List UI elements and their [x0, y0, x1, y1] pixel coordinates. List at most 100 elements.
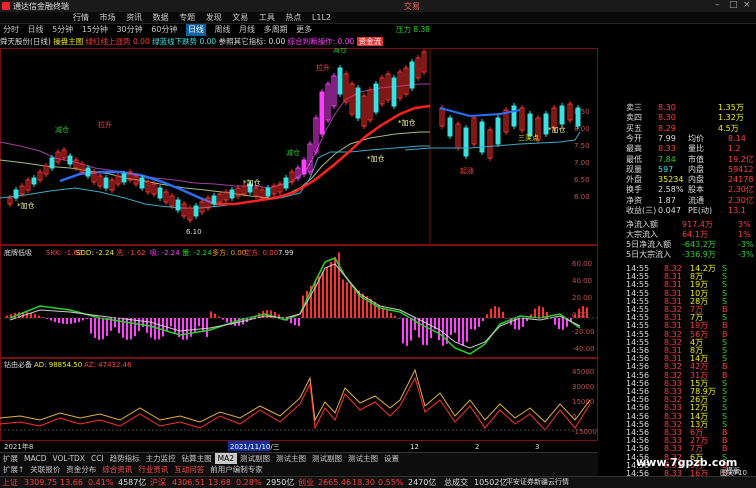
macd-bar: [318, 276, 320, 318]
quote-value: 59412: [728, 165, 753, 176]
menu-item[interactable]: 发现: [206, 12, 222, 24]
quote-row: 5日大宗流入-336.9万-3%: [598, 250, 756, 261]
macd-bar: [50, 318, 52, 321]
macd-bar: [326, 267, 328, 318]
quote-label: 收益(三): [626, 206, 656, 217]
macd-bar: [42, 317, 44, 318]
macd-bar: [206, 318, 208, 337]
panel3-b: AZ: 47432.46: [84, 361, 132, 369]
indicator-name[interactable]: 操盘主图: [53, 37, 83, 46]
macd-panel-border: [1, 246, 598, 358]
period-month[interactable]: 月线: [239, 24, 255, 36]
buy-label-3: *加仓: [398, 118, 416, 127]
function-tab[interactable]: 资金分布: [63, 464, 99, 476]
price-tick-label: 7.00: [574, 159, 590, 167]
cy-index-value: 2665.46: [318, 477, 351, 488]
macd-bar: [202, 318, 204, 332]
rise-label-2: 拉升: [98, 120, 112, 129]
period-intraday[interactable]: 分时: [3, 24, 19, 36]
maximize-icon[interactable]: □: [729, 0, 738, 10]
function-tab[interactable]: 互动问答: [171, 464, 207, 476]
period-60min[interactable]: 60分钟: [151, 24, 177, 36]
menu-item[interactable]: 行情: [73, 12, 89, 24]
quote-row: 买五8.294.5万: [598, 124, 756, 135]
date-mid: 2021/11/10/三: [230, 443, 280, 451]
menu-item[interactable]: 文易: [232, 12, 248, 24]
quote-label: 换手: [626, 185, 642, 196]
macd-bar: [410, 318, 412, 341]
period-15min[interactable]: 15分钟: [82, 24, 108, 36]
candle-body: [284, 178, 288, 188]
quote-row: 最低7.84市值19.2亿: [598, 155, 756, 166]
macd-bar: [406, 318, 408, 346]
quote-row: 5日净流入额-643.2万-3%: [598, 240, 756, 251]
menu-item[interactable]: 数据: [153, 12, 169, 24]
chart-area[interactable]: 8.508.007.507.006.506.00 减仓 减仓 减仓 *加仓 *加…: [0, 48, 598, 452]
main-panel-border: [1, 49, 598, 245]
quote-label: PE(动): [688, 206, 712, 217]
app-logo-icon: [2, 2, 10, 10]
menu-item[interactable]: 专题: [179, 12, 195, 24]
macd-bar: [86, 318, 88, 319]
macd-bar: [534, 309, 536, 318]
period-daily[interactable]: 日线: [28, 24, 44, 36]
candle-body: [194, 206, 198, 216]
macd-bar: [498, 307, 500, 318]
ad-tick-label: 30000: [572, 383, 594, 391]
indicator-value-d: 综合判断操作: 0.00: [288, 37, 355, 46]
minimize-icon[interactable]: –: [715, 0, 720, 10]
macd-bar: [102, 318, 104, 339]
quote-value: 0.047: [658, 206, 681, 217]
macd-bar: [106, 318, 108, 336]
menu-item[interactable]: 资讯: [126, 12, 142, 24]
ad-tick-label: -15000: [572, 428, 597, 436]
period-5min[interactable]: 5分钟: [52, 24, 73, 36]
macd-bar: [346, 282, 348, 318]
period-day-active[interactable]: 日线: [186, 24, 206, 36]
function-tab[interactable]: 扩展↑: [0, 464, 27, 476]
price-tick-label: 6.50: [574, 176, 590, 184]
macd-bar: [334, 257, 336, 318]
close-icon[interactable]: ×: [743, 0, 751, 10]
panel2-g: 多方: 0.00: [212, 248, 246, 257]
panel2-d: 吸: -2.24: [150, 249, 180, 257]
quote-value: 2.30亿: [728, 196, 754, 207]
candle-body: [176, 200, 180, 210]
menu-item[interactable]: L1L2: [312, 12, 331, 24]
macd-bar: [474, 318, 476, 330]
f10-button[interactable]: 图文F10: [720, 468, 747, 478]
period-30min[interactable]: 30分钟: [116, 24, 142, 36]
quote-row: 大宗流入64.1万1%: [598, 230, 756, 241]
quote-label: 买五: [626, 124, 642, 135]
macd-bar: [558, 318, 560, 329]
menu-item[interactable]: 工具: [259, 12, 275, 24]
candle-body: [374, 84, 378, 112]
candle-body: [14, 190, 18, 198]
trade-button[interactable]: 交易: [404, 1, 420, 12]
candle-body: [302, 160, 306, 174]
quote-value: 1.87: [658, 196, 676, 207]
candle-body: [560, 106, 564, 124]
function-tab[interactable]: 综合资讯: [99, 464, 135, 476]
menu-item[interactable]: 市场: [100, 12, 116, 24]
period-more[interactable]: 更多: [296, 24, 312, 36]
panel3-title: 钻由必备: [4, 360, 32, 369]
period-multi[interactable]: 多周期: [264, 24, 288, 36]
macd-bar: [350, 285, 352, 318]
fund-flow-badge[interactable]: 资金流: [357, 37, 384, 46]
function-tab[interactable]: 关联报价: [27, 464, 63, 476]
flow-label: 净流入额: [626, 220, 658, 231]
menu-item[interactable]: 热点: [285, 12, 301, 24]
sz-index-label[interactable]: 沪深: [150, 477, 166, 488]
quote-label: 卖四: [626, 113, 642, 124]
function-tab[interactable]: 前用户编制专家: [207, 464, 266, 476]
quote-volume: 1.32万: [718, 113, 744, 124]
candle-body: [104, 178, 108, 188]
macd-tick-label: 20.00: [572, 294, 592, 302]
cy-index-label[interactable]: 创业: [298, 477, 314, 488]
quote-row: 换手2.58%股本2.30亿: [598, 185, 756, 196]
macd-bar: [538, 306, 540, 318]
function-tab[interactable]: 行业资讯: [135, 464, 171, 476]
period-week[interactable]: 周线: [214, 24, 230, 36]
sh-index-label[interactable]: 上证: [2, 477, 18, 488]
